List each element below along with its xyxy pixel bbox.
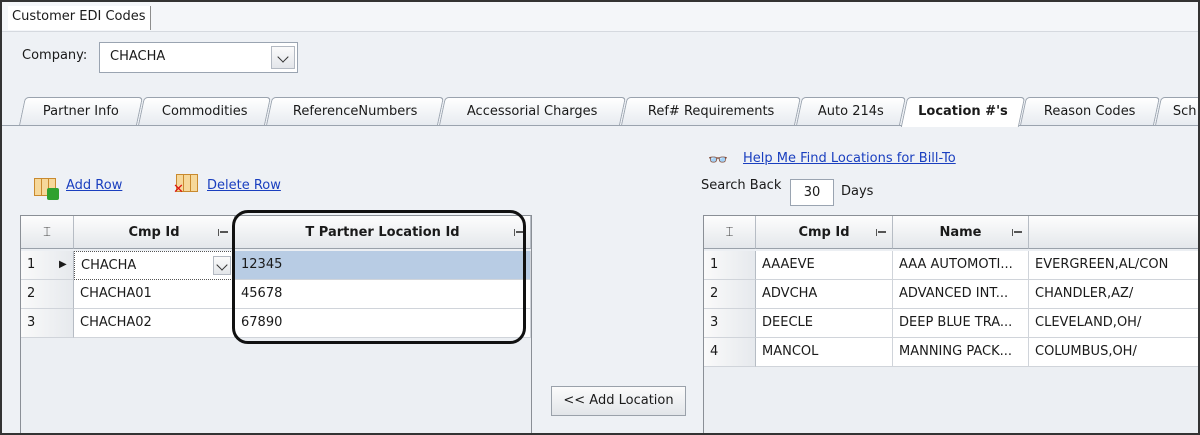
- company-label: Company:: [22, 48, 88, 63]
- company-value: CHACHA: [110, 49, 166, 64]
- tab-ref-requirements[interactable]: Ref# Requirements: [621, 97, 801, 125]
- delete-row-link[interactable]: Delete Row: [207, 178, 281, 193]
- cell-dropdown-button[interactable]: [213, 256, 231, 275]
- add-row-icon[interactable]: [34, 178, 59, 200]
- row-number[interactable]: 4: [704, 338, 756, 367]
- binoculars-icon: 👓: [708, 150, 728, 169]
- search-back-label: Search Back: [701, 178, 782, 193]
- row-number[interactable]: 2: [704, 280, 756, 309]
- pin-icon[interactable]: [1012, 229, 1022, 236]
- cmp-id-cell[interactable]: ADVCHA: [756, 280, 893, 309]
- columns-config-icon: ⌶: [725, 225, 734, 240]
- highlight-annotation: [232, 210, 526, 344]
- column-header-city[interactable]: [1029, 216, 1198, 249]
- current-row-arrow-icon: ▶: [59, 259, 67, 270]
- cmp-id-cell[interactable]: MANCOL: [756, 338, 893, 367]
- tab-bar: Partner Info Commodities ReferenceNumber…: [2, 97, 1198, 127]
- tab-reason-codes[interactable]: Reason Codes: [1020, 97, 1160, 125]
- days-label: Days: [841, 184, 874, 199]
- cmp-id-cell[interactable]: CHACHA: [74, 251, 235, 280]
- tab-partner-info[interactable]: Partner Info: [19, 97, 143, 125]
- help-find-locations-link[interactable]: Help Me Find Locations for Bill-To: [743, 151, 956, 166]
- x-badge-icon: ✕: [173, 182, 184, 197]
- cmp-id-cell[interactable]: AAAEVE: [756, 251, 893, 280]
- document-tab-strip: [2, 2, 1198, 32]
- tab-baseline: [2, 125, 1198, 126]
- tab-sch[interactable]: Sch: [1155, 97, 1198, 125]
- name-cell[interactable]: DEEP BLUE TRA...: [893, 309, 1029, 338]
- company-select[interactable]: CHACHA: [99, 42, 298, 73]
- row-number[interactable]: 1: [704, 251, 756, 280]
- row-number[interactable]: 2: [21, 280, 74, 309]
- chevron-down-icon: [216, 259, 228, 271]
- city-cell[interactable]: COLUMBUS,OH/: [1029, 338, 1198, 367]
- window-frame: Customer EDI Codes Company: CHACHA Partn…: [0, 0, 1200, 435]
- row-number[interactable]: 1 ▶: [21, 251, 74, 280]
- row-number[interactable]: 3: [21, 309, 74, 338]
- column-header-cmp-id[interactable]: Cmp Id: [756, 216, 893, 249]
- chevron-down-icon: [277, 51, 289, 63]
- bill-to-locations-grid: ⌶ Cmp Id Name 1 AAAEVE AAA AUTOMOTI... E…: [703, 215, 1198, 433]
- pin-icon[interactable]: [218, 229, 228, 236]
- company-dropdown-button[interactable]: [271, 46, 295, 69]
- tab-reference-numbers[interactable]: ReferenceNumbers: [266, 97, 444, 125]
- add-location-button[interactable]: << Add Location: [551, 386, 686, 416]
- document-tab[interactable]: Customer EDI Codes: [8, 6, 151, 30]
- city-cell[interactable]: EVERGREEN,AL/CON: [1029, 251, 1198, 280]
- delete-row-icon[interactable]: ✕: [173, 174, 198, 196]
- column-header-name[interactable]: Name: [893, 216, 1029, 249]
- grid-options-button[interactable]: ⌶: [21, 216, 74, 249]
- name-cell[interactable]: MANNING PACK...: [893, 338, 1029, 367]
- plus-badge-icon: [47, 188, 59, 200]
- column-header-cmp-id[interactable]: Cmp Id: [74, 216, 235, 249]
- tab-auto-214s[interactable]: Auto 214s: [796, 97, 906, 125]
- city-cell[interactable]: CHANDLER,AZ/: [1029, 280, 1198, 309]
- columns-config-icon: ⌶: [43, 225, 51, 240]
- tab-commodities[interactable]: Commodities: [138, 97, 271, 125]
- row-number[interactable]: 3: [704, 309, 756, 338]
- pin-icon[interactable]: [876, 229, 886, 236]
- search-back-days-input[interactable]: 30: [790, 179, 834, 206]
- name-cell[interactable]: AAA AUTOMOTI...: [893, 251, 1029, 280]
- cmp-id-cell[interactable]: DEECLE: [756, 309, 893, 338]
- add-row-link[interactable]: Add Row: [66, 178, 122, 193]
- cmp-id-cell[interactable]: CHACHA02: [74, 309, 235, 338]
- grid-options-button[interactable]: ⌶: [704, 216, 756, 249]
- city-cell[interactable]: CLEVELAND,OH/: [1029, 309, 1198, 338]
- tab-location-numbers[interactable]: Location #'s: [900, 97, 1026, 127]
- tab-accessorial-charges[interactable]: Accessorial Charges: [439, 97, 626, 125]
- name-cell[interactable]: ADVANCED INT...: [893, 280, 1029, 309]
- cmp-id-cell[interactable]: CHACHA01: [74, 280, 235, 309]
